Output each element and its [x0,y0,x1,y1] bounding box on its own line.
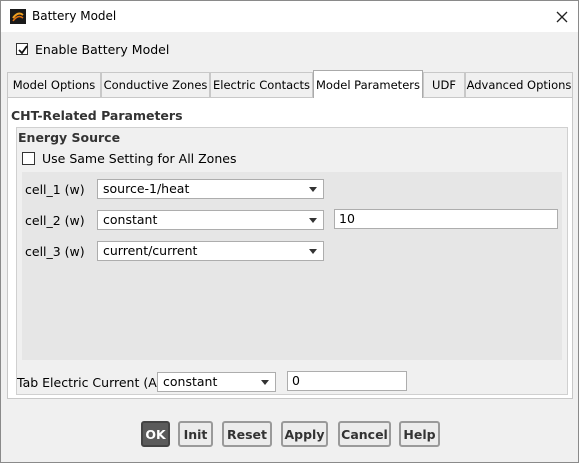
window-title: Battery Model [32,9,117,23]
zone-label-cell-2: cell_2 (w) [25,213,85,228]
energy-source-group: Energy Source Use Same Setting for All Z… [16,127,568,395]
battery-model-dialog: Battery Model Enable Battery Model Model… [0,0,579,463]
zone-value-input-cell-2[interactable]: 10 [334,209,558,229]
zone-source-dropdown-cell-1[interactable]: source-1/heat [97,179,324,199]
dropdown-value: constant [163,374,218,389]
enable-battery-checkbox[interactable] [16,43,28,55]
tab-advanced-options[interactable]: Advanced Options [465,72,573,97]
chevron-down-icon [309,218,317,223]
chevron-down-icon [309,187,317,192]
app-logo-icon [10,9,26,24]
tab-current-label: Tab Electric Current (A) [17,375,162,390]
chevron-down-icon [309,249,317,254]
apply-button[interactable]: Apply [281,421,328,447]
ok-button[interactable]: OK [141,421,170,447]
tab-model-options[interactable]: Model Options [7,72,101,97]
tab-bar: Model Options Conductive Zones Electric … [7,70,573,98]
model-parameters-panel: CHT-Related Parameters Energy Source Use… [7,97,573,399]
dropdown-value: constant [103,212,158,227]
close-button[interactable] [552,7,572,27]
reset-button[interactable]: Reset [222,421,272,447]
zone-source-dropdown-cell-3[interactable]: current/current [97,241,324,261]
zone-label-cell-1: cell_1 (w) [25,182,85,197]
enable-battery-label: Enable Battery Model [35,42,170,57]
chevron-down-icon [261,380,269,385]
tab-current-input[interactable]: 0 [287,371,407,391]
zone-label-cell-3: cell_3 (w) [25,244,85,259]
same-setting-checkbox[interactable] [22,152,35,165]
tab-conductive-zones[interactable]: Conductive Zones [101,72,210,97]
dropdown-value: current/current [103,243,198,258]
tab-current-dropdown[interactable]: constant [157,372,276,392]
zone-list: cell_1 (w) source-1/heat cell_2 (w) cons… [22,172,562,360]
checkmark-icon [18,45,28,55]
dropdown-value: source-1/heat [103,181,190,196]
zone-source-dropdown-cell-2[interactable]: constant [97,210,324,230]
same-setting-label: Use Same Setting for All Zones [42,151,237,166]
cancel-button[interactable]: Cancel [338,421,391,447]
init-button[interactable]: Init [178,421,213,447]
energy-source-title: Energy Source [18,130,121,145]
close-icon [556,11,568,23]
title-bar: Battery Model [1,1,578,32]
help-button[interactable]: Help [399,421,440,447]
tab-udf[interactable]: UDF [423,72,465,97]
tab-electric-contacts[interactable]: Electric Contacts [210,72,313,97]
cht-section-title: CHT-Related Parameters [11,108,183,123]
tab-model-parameters[interactable]: Model Parameters [313,70,423,98]
